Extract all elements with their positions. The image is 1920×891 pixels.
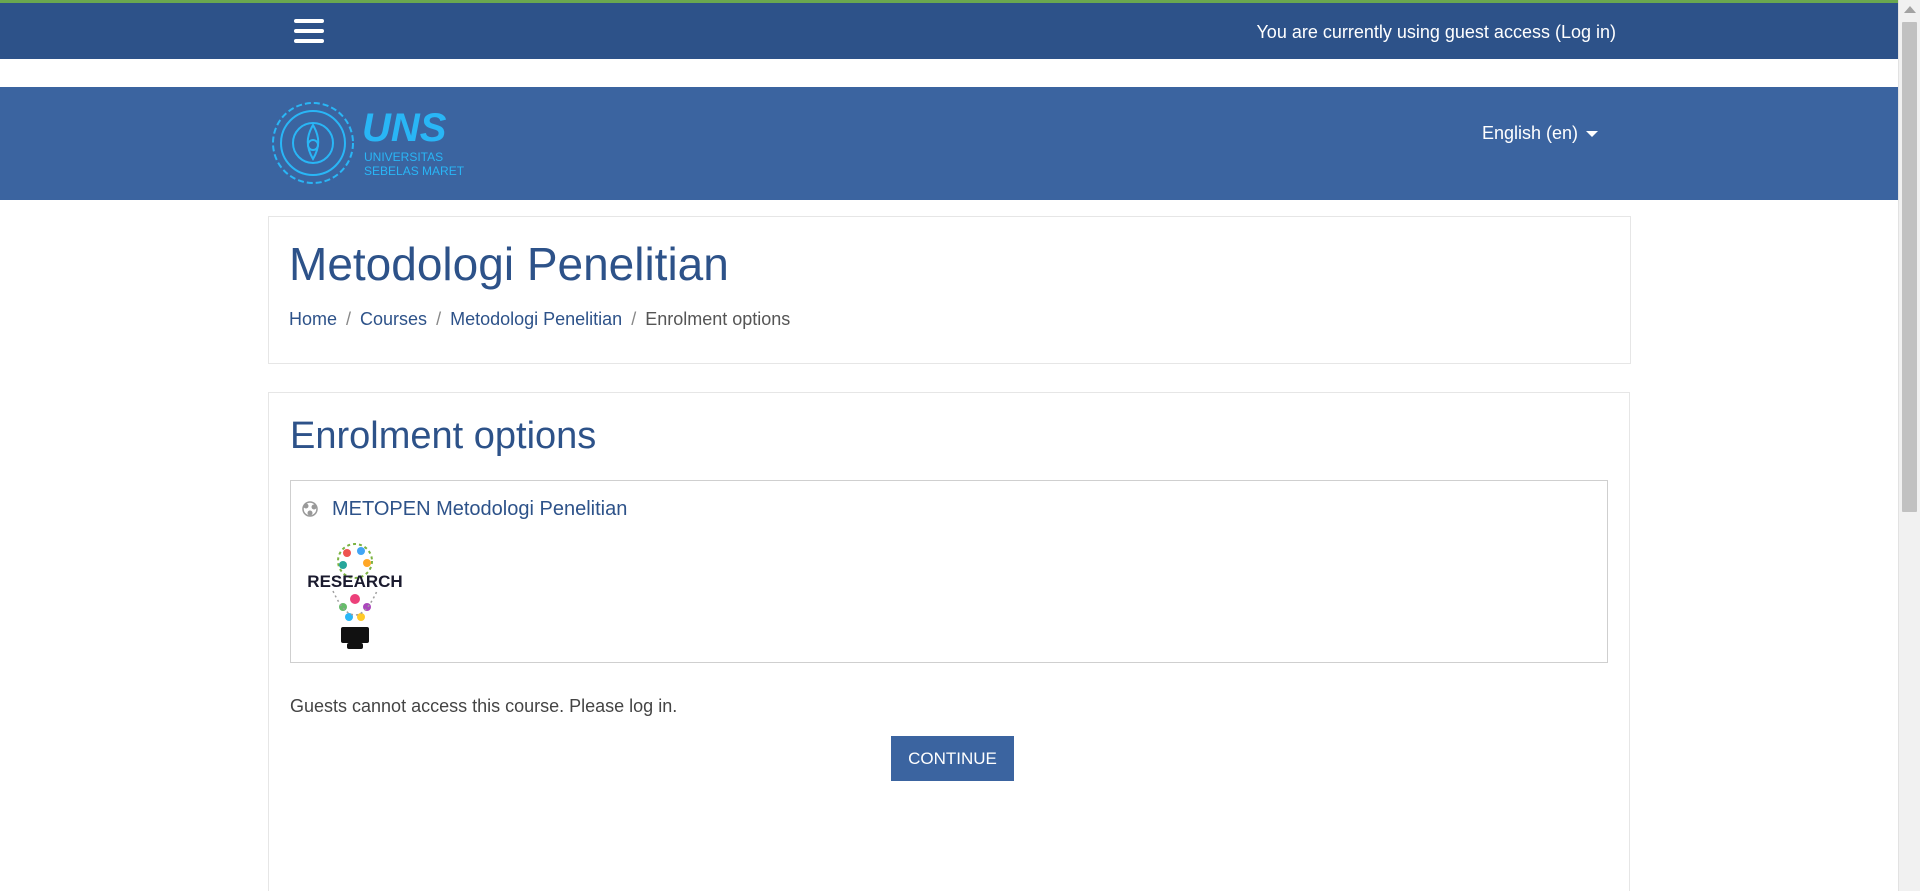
breadcrumb-current: Enrolment options: [645, 309, 791, 329]
main-content: Enrolment options METOPEN Metodologi Pen…: [268, 392, 1630, 891]
logo-text: UNS: [362, 106, 447, 150]
page-header: Metodologi Penelitian Home / Courses / Metod…: [268, 216, 1631, 364]
spacer: [0, 59, 1898, 87]
breadcrumb: Home / Courses / Metodologi Penelitian / Enrol…: [289, 309, 790, 330]
language-label: English (en): [1481, 123, 1578, 143]
login-link[interactable]: Log in: [1561, 22, 1610, 42]
scroll-thumb[interactable]: [1902, 22, 1917, 512]
course-image[interactable]: RESEARCH: [303, 539, 407, 651]
course-link[interactable]: METOPEN Metodologi Penelitian: [332, 498, 627, 521]
course-image-text: RESEARCH: [307, 572, 402, 591]
course-box: METOPEN Metodologi Penelitian RESEARCH: [290, 480, 1608, 663]
breadcrumb-separator: /: [631, 309, 637, 329]
language-selector[interactable]: English (en): [1482, 123, 1598, 144]
breadcrumb-courses[interactable]: Courses: [360, 309, 427, 329]
breadcrumb-home[interactable]: Home: [289, 309, 337, 329]
guest-message: Guests cannot access this course. Please…: [290, 696, 678, 716]
uns-logo[interactable]: UNS UNIVERSITAS SEBELAS MARET: [268, 97, 468, 189]
guest-access-notice: You are currently using guest access (Lo…: [1256, 22, 1616, 42]
top-navbar: You are currently using guest access (Lo…: [0, 0, 1898, 59]
menu-toggle-button[interactable]: [294, 19, 324, 47]
logo-line1: UNIVERSITAS: [364, 150, 443, 164]
caret-down-icon: [1586, 131, 1598, 138]
bulb-icon: [332, 543, 378, 649]
breadcrumb-course[interactable]: Metodologi Penelitian: [450, 309, 622, 329]
section-title: Enrolment options: [290, 415, 597, 457]
logo-line2: SEBELAS MARET: [364, 164, 465, 178]
breadcrumb-separator: /: [346, 309, 352, 329]
breadcrumb-separator: /: [436, 309, 442, 329]
site-header: UNS UNIVERSITAS SEBELAS MARET English (e…: [0, 87, 1898, 200]
scroll-up-icon[interactable]: [1904, 6, 1916, 13]
continue-button[interactable]: CONTINUE: [891, 736, 1014, 781]
page-scrollbar[interactable]: [1898, 0, 1920, 891]
hamburger-icon: [294, 19, 324, 23]
course-category-icon: [302, 501, 318, 517]
page-title: Metodologi Penelitian: [289, 238, 729, 290]
